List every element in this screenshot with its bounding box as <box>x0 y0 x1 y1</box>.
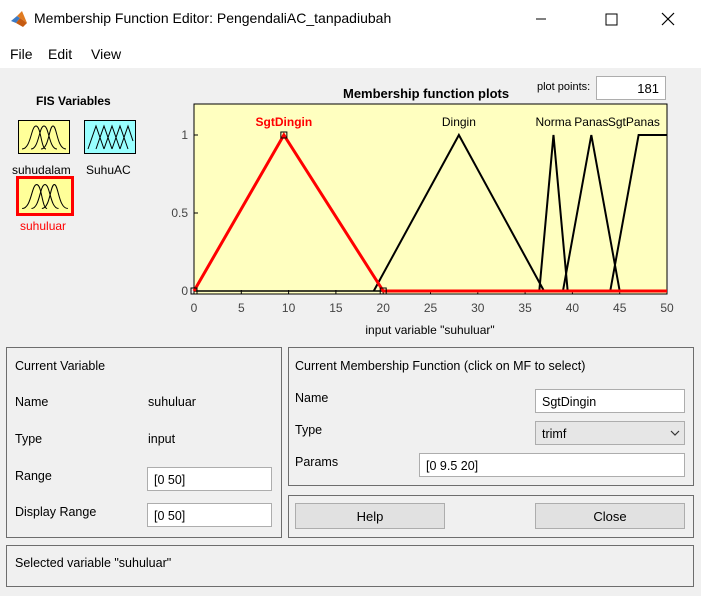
plot-background <box>193 103 668 295</box>
x-tick-label: 25 <box>424 301 438 315</box>
range-label: Range <box>15 469 52 483</box>
chevron-down-icon <box>670 430 680 436</box>
mf-label-sgtpanas[interactable]: SgtPanas <box>608 115 660 129</box>
variable-name-label: Name <box>15 395 49 409</box>
variable-type-value: input <box>148 432 176 446</box>
x-tick-label: 10 <box>282 301 296 315</box>
mf-params-label: Params <box>295 455 339 469</box>
x-tick-label: 50 <box>660 301 674 315</box>
x-tick-label: 20 <box>377 301 391 315</box>
y-tick-label: 1 <box>181 128 188 142</box>
status-text: Selected variable "suhuluar" <box>15 556 172 570</box>
current-variable-panel: Current Variable Name suhuluar Type inpu… <box>6 347 282 538</box>
close-button[interactable]: Close <box>535 503 685 529</box>
x-tick-label: 45 <box>613 301 627 315</box>
mf-type-label: Type <box>295 423 323 437</box>
mf-params-input[interactable]: [0 9.5 20] <box>419 453 685 477</box>
x-tick-label: 40 <box>566 301 580 315</box>
mf-type-value: trimf <box>542 427 567 441</box>
mf-type-select[interactable]: trimf <box>535 421 685 445</box>
mf-label-dingin[interactable]: Dingin <box>442 115 476 129</box>
x-tick-label: 15 <box>329 301 343 315</box>
variable-name-value: suhuluar <box>148 395 196 409</box>
status-panel: Selected variable "suhuluar" <box>6 545 694 587</box>
display-range-label: Display Range <box>15 505 97 519</box>
x-axis-label: input variable "suhuluar" <box>365 323 494 337</box>
help-button[interactable]: Help <box>295 503 445 529</box>
membership-function-plot[interactable]: 0 5 10 15 20 25 30 35 40 45 50 0 0.5 1 SgtDingin Ding… <box>0 0 701 340</box>
current-mf-title: Current Membership Function (click on MF… <box>295 359 586 373</box>
range-input[interactable]: [0 50] <box>147 467 272 491</box>
mf-label-sgtdingin[interactable]: SgtDingin <box>256 115 313 129</box>
variable-type-label: Type <box>15 432 43 446</box>
mf-name-label: Name <box>295 391 329 405</box>
current-variable-title: Current Variable <box>15 359 106 373</box>
mf-label-panas[interactable]: Panas <box>574 115 608 129</box>
y-tick-label: 0 <box>181 284 188 298</box>
buttons-panel: Help Close <box>288 495 694 538</box>
y-tick-label: 0.5 <box>171 206 188 220</box>
x-tick-label: 35 <box>518 301 532 315</box>
mf-name-input[interactable]: SgtDingin <box>535 389 685 413</box>
display-range-input[interactable]: [0 50] <box>147 503 272 527</box>
current-mf-panel: Current Membership Function (click on MF… <box>288 347 694 486</box>
x-tick-label: 0 <box>191 301 198 315</box>
x-tick-label: 30 <box>471 301 485 315</box>
x-tick-label: 5 <box>238 301 245 315</box>
mf-label-norma[interactable]: Norma <box>535 115 571 129</box>
